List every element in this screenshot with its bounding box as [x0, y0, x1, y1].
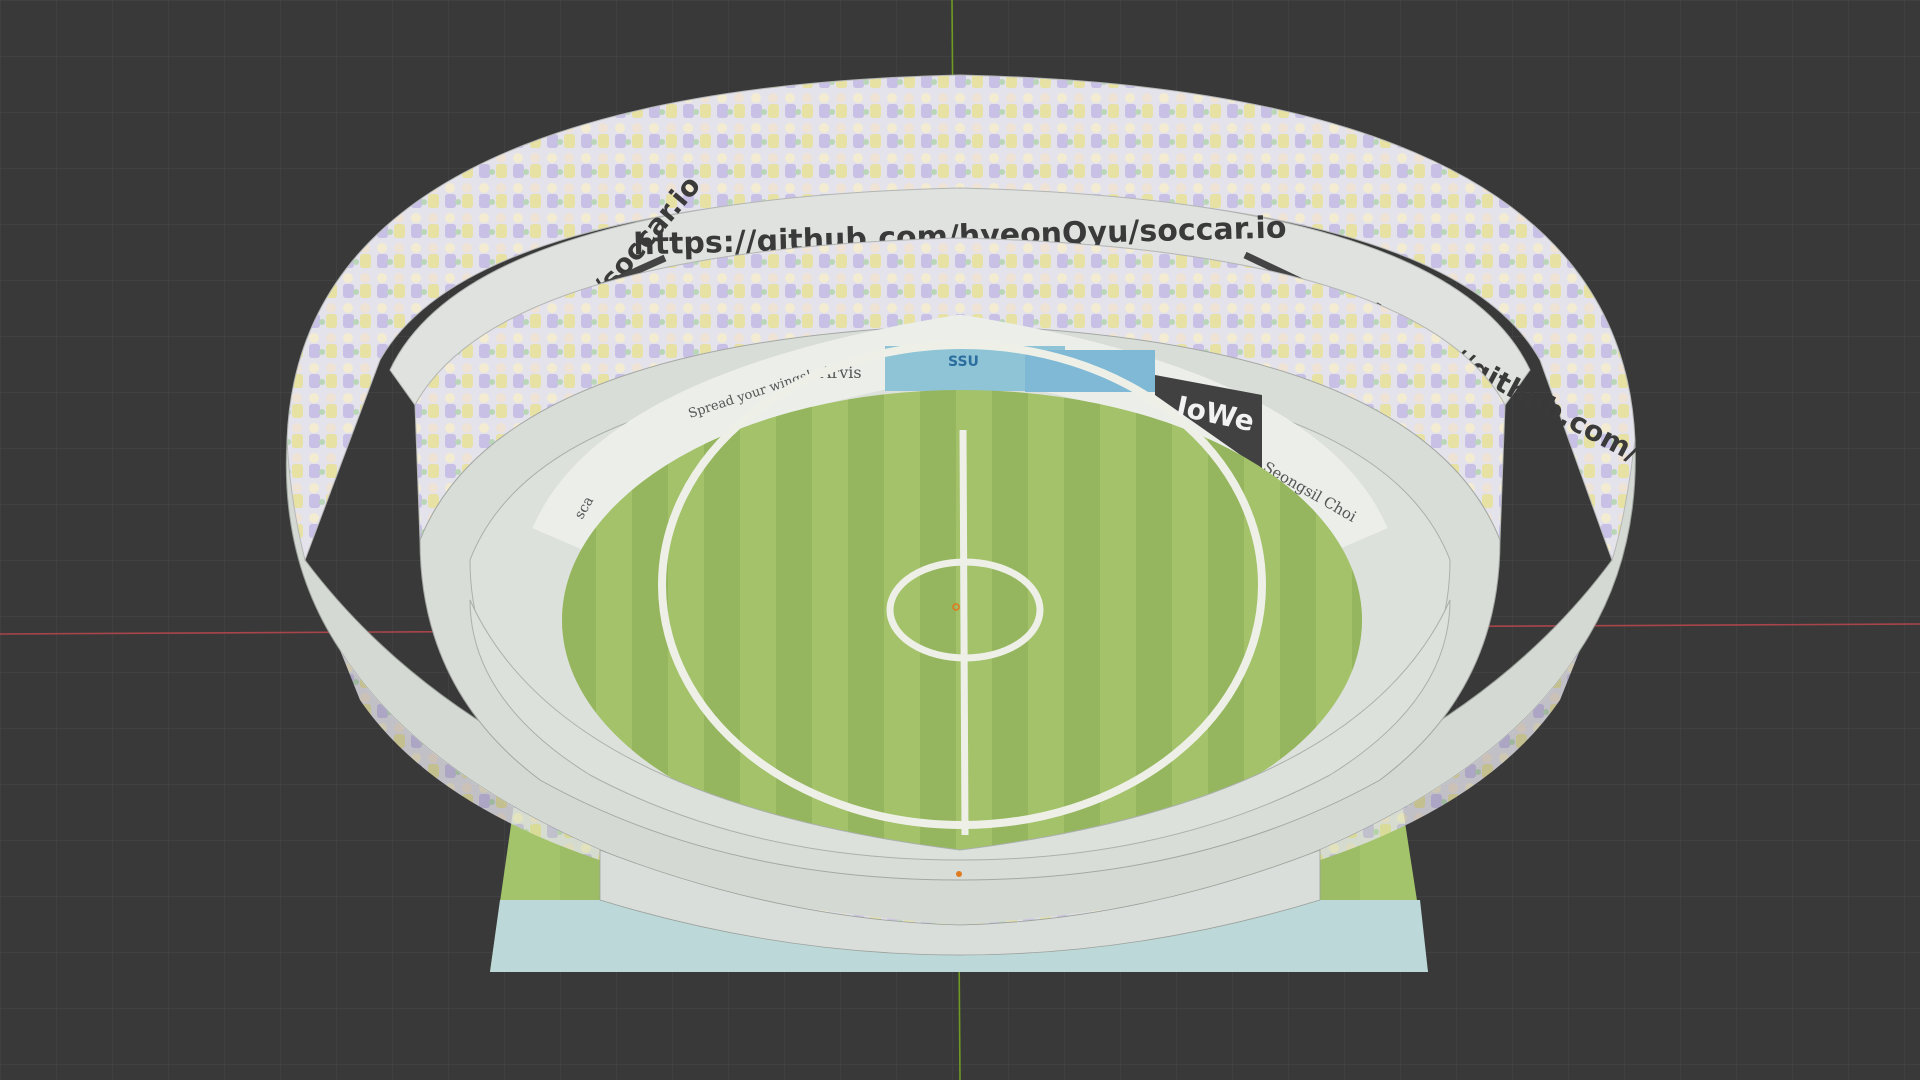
sponsor-ssu-text: SSU [948, 354, 979, 370]
object-origin-icon[interactable] [956, 871, 962, 877]
viewport-canvas[interactable]: https://github.com/hyeonQyu/soccar.io hy… [0, 0, 1920, 1080]
halfway-line [959, 429, 969, 836]
3d-viewport[interactable]: https://github.com/hyeonQyu/soccar.io hy… [0, 0, 1920, 1080]
